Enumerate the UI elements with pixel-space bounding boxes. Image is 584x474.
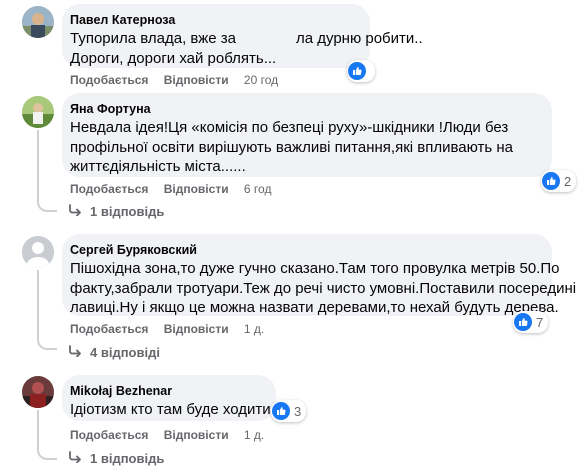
- replies-count-label: 1 відповідь: [90, 204, 165, 219]
- comment-text-line: факту,забрали тротуари.Теж до речі чисто…: [70, 279, 577, 297]
- comment-text-line: Ідіотизм кто там буде ходити ?: [70, 401, 284, 418]
- comment-timestamp[interactable]: 1 д.: [244, 428, 264, 442]
- thread-connector: [37, 446, 57, 460]
- comment-timestamp[interactable]: 6 год: [244, 182, 272, 196]
- comment-text: Тупорила влада, вже за ла дурню робити.. …: [70, 29, 423, 68]
- comment-text-line: профільної освіти вирішують важливі пита…: [70, 138, 514, 156]
- like-icon: [514, 313, 532, 331]
- replies-count-label: 1 відповідь: [90, 451, 165, 466]
- comment-author[interactable]: Яна Фортуна: [70, 101, 540, 117]
- reaction-count: 3: [294, 403, 302, 419]
- reaction-badge[interactable]: 2: [541, 170, 577, 192]
- reply-button[interactable]: Відповісти: [164, 73, 229, 87]
- comment-text-line: Пішохідна зона,то дуже гучно сказано.Там…: [70, 260, 560, 277]
- comment-text-line: Дороги, дороги хай роблять...: [70, 49, 277, 67]
- comment-text: Пішохідна зона,то дуже гучно сказано.Там…: [70, 259, 577, 318]
- reply-arrow-icon: [68, 451, 82, 466]
- avatar[interactable]: [22, 236, 54, 268]
- redaction: [235, 32, 296, 47]
- reply-button[interactable]: Відповісти: [164, 428, 229, 442]
- avatar[interactable]: [22, 96, 54, 128]
- reply-arrow-icon: [68, 345, 82, 360]
- comment-text-line: Невдала ідея!Ця «комісія по безпеці руху…: [70, 119, 509, 136]
- reply-arrow-icon: [68, 204, 82, 219]
- comment-text-line: ла дурню робити..: [295, 30, 423, 47]
- comment-timestamp[interactable]: 1 д.: [244, 322, 264, 336]
- reply-button[interactable]: Відповісти: [164, 322, 229, 336]
- comment-actions: Подобається Відповісти 1 д.: [70, 321, 264, 337]
- comment-text-line: лавиці.Ну і якщо це можна назвати дерева…: [70, 299, 559, 316]
- like-button[interactable]: Подобається: [70, 322, 148, 336]
- comment-actions: Подобається Відповісти 6 год: [70, 181, 271, 197]
- comment-bubble: Сергей Буряковский Пішохідна зона,то дуж…: [62, 234, 577, 318]
- comment-text-line: життєдіяльність міста......: [70, 158, 246, 175]
- comment-author[interactable]: Mikołaj Bezhenar: [70, 383, 264, 399]
- like-button[interactable]: Подобається: [70, 428, 148, 442]
- like-button[interactable]: Подобається: [70, 73, 148, 87]
- comment-timestamp[interactable]: 20 год: [244, 73, 278, 87]
- reaction-count: 7: [536, 314, 544, 330]
- like-icon: [348, 62, 366, 80]
- thread-line: [37, 130, 39, 200]
- like-icon: [542, 172, 560, 190]
- comment-author[interactable]: Павел Катерноза: [70, 12, 358, 28]
- comment-text: Невдала ідея!Ця «комісія по безпеці руху…: [70, 118, 540, 177]
- view-replies-button[interactable]: 1 відповідь: [68, 451, 164, 466]
- replies-count-label: 4 відповіді: [90, 345, 160, 360]
- thread-connector: [37, 198, 57, 212]
- like-icon: [272, 402, 290, 420]
- reaction-count: 2: [564, 173, 572, 189]
- reaction-badge[interactable]: [347, 60, 375, 82]
- comment-bubble: Mikołaj Bezhenar Ідіотизм кто там буде х…: [62, 375, 284, 421]
- comment-bubble: Павел Катерноза Тупорила влада, вже за ла…: [62, 4, 423, 68]
- comment-actions: Подобається Відповісти 1 д.: [70, 427, 264, 443]
- reaction-badge[interactable]: 7: [513, 311, 549, 333]
- avatar[interactable]: [22, 376, 54, 408]
- thread-connector: [37, 336, 57, 350]
- reaction-badge[interactable]: 3: [271, 400, 307, 422]
- comment-text: Ідіотизм кто там буде ходити ?: [70, 400, 284, 420]
- thread-line: [37, 410, 39, 448]
- avatar[interactable]: [22, 6, 54, 38]
- reply-button[interactable]: Відповісти: [164, 182, 229, 196]
- view-replies-button[interactable]: 4 відповіді: [68, 345, 160, 360]
- thread-line: [37, 270, 39, 338]
- like-button[interactable]: Подобається: [70, 182, 148, 196]
- comment-actions: Подобається Відповісти 20 год: [70, 72, 278, 88]
- comment-text-line: Тупорила влада, вже за: [70, 30, 236, 47]
- comment-author[interactable]: Сергей Буряковский: [70, 242, 540, 258]
- view-replies-button[interactable]: 1 відповідь: [68, 204, 164, 219]
- comment-bubble: Яна Фортуна Невдала ідея!Ця «комісія по …: [62, 93, 552, 177]
